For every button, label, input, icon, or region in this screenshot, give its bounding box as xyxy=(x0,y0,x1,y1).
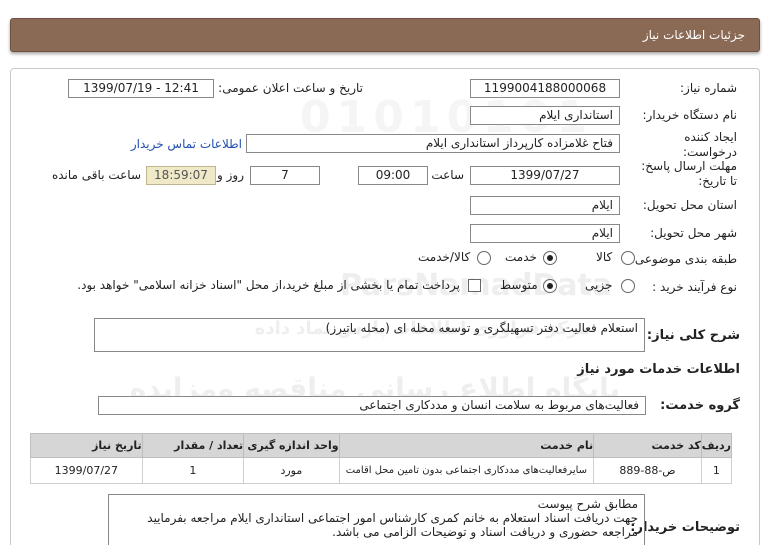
creator-label: ایجاد کننده درخواست: xyxy=(683,130,737,159)
category-both-radio[interactable] xyxy=(477,251,491,265)
deadline-time-field: 09:00 xyxy=(358,166,428,185)
buyer-notes-line-2: جهت دریافت اسناد استعلام به خانم کمری کا… xyxy=(147,511,638,525)
buyer-notes-box: مطابق شرح پیوست جهت دریافت اسناد استعلام… xyxy=(108,494,645,545)
category-option-both: کالا/خدمت xyxy=(418,250,471,264)
category-goods-radio[interactable] xyxy=(621,251,635,265)
process-label: نوع فرآیند خرید : xyxy=(652,280,737,294)
process-medium-radio[interactable] xyxy=(543,279,557,293)
need-number-field: 1199004188000068 xyxy=(470,79,620,98)
services-table: ردیف کد خدمت نام خدمت واحد اندازه گیری ت… xyxy=(30,433,733,484)
buyer-notes-line-1: مطابق شرح پیوست xyxy=(537,497,638,511)
col-code-header: کد خدمت xyxy=(593,433,702,458)
category-service-radio[interactable] xyxy=(543,251,557,265)
buyer-org-field: استانداری ایلام xyxy=(470,106,620,125)
remaining-time-field: 18:59:07 xyxy=(146,166,216,185)
deadline-time-label: ساعت xyxy=(431,168,464,182)
col-qty-header: تعداد / مقدار xyxy=(141,433,245,458)
need-number-label: شماره نیاز: xyxy=(680,81,737,95)
creator-field: فتاح غلامزاده کارپرداز استانداری ایلام xyxy=(246,134,620,153)
buyer-notes-label: توضیحات خریدار: xyxy=(630,520,740,535)
col-unit-header: واحد اندازه گیری xyxy=(243,433,340,458)
cell-need-date: 1399/07/27 xyxy=(30,457,143,484)
category-option-service: خدمت xyxy=(505,250,537,264)
table-row: 1 ص-88-889 سایرفعالیت‌های مددکاری اجتماع… xyxy=(30,457,733,484)
col-row-header: ردیف xyxy=(700,433,733,458)
process-option-medium: متوسط xyxy=(500,278,538,292)
page-header: جزئیات اطلاعات نیاز xyxy=(10,18,760,52)
col-name-header: نام خدمت xyxy=(338,433,595,458)
cell-quantity: 1 xyxy=(141,457,245,484)
cell-service-name: سایرفعالیت‌های مددکاری اجتماعی بدون تامی… xyxy=(338,457,595,484)
service-group-label: گروه خدمت: xyxy=(660,398,740,413)
announce-date-field: 1399/07/19 - 12:41 xyxy=(68,79,214,98)
services-table-wrapper: ردیف کد خدمت نام خدمت واحد اندازه گیری ت… xyxy=(30,433,733,484)
page-title: جزئیات اطلاعات نیاز xyxy=(642,28,745,42)
cell-unit: مورد xyxy=(243,457,340,484)
cell-service-code: ص-88-889 xyxy=(593,457,702,484)
buyer-org-label: نام دستگاه خریدار: xyxy=(642,108,738,122)
process-option-minor: جزیی xyxy=(585,278,613,292)
days-label: روز و xyxy=(217,168,244,182)
deadline-date-field: 1399/07/27 xyxy=(470,166,620,185)
remaining-time-label: ساعت باقی مانده xyxy=(51,168,141,182)
deadline-label: مهلت ارسال پاسخ: تا تاریخ: xyxy=(641,159,737,188)
category-label: طبقه بندی موضوعی: xyxy=(630,252,737,266)
province-label: استان محل تحویل: xyxy=(642,198,737,212)
buyer-notes-line-3: مراجعه حضوری و دریافت اسناد و توضیحات ال… xyxy=(332,525,638,539)
treasury-payment-checkbox[interactable] xyxy=(468,279,481,292)
services-section-title: اطلاعات خدمات مورد نیاز xyxy=(577,362,740,377)
treasury-payment-note: پرداخت تمام یا بخشی از مبلغ خرید،از محل … xyxy=(77,278,460,292)
cell-row-number: 1 xyxy=(700,457,733,484)
buyer-contact-link[interactable]: اطلاعات تماس خریدار xyxy=(131,137,242,151)
city-field: ایلام xyxy=(470,224,620,243)
services-table-header: ردیف کد خدمت نام خدمت واحد اندازه گیری ت… xyxy=(30,433,733,458)
summary-label: شرح کلی نیاز: xyxy=(646,328,740,343)
province-field: ایلام xyxy=(470,196,620,215)
category-option-goods: کالا xyxy=(596,250,613,264)
days-field: 7 xyxy=(250,166,320,185)
col-date-header: تاریخ نیاز xyxy=(30,433,143,458)
summary-text: استعلام فعالیت دفتر تسهیلگری و توسعه محل… xyxy=(94,318,645,352)
service-group-field: فعالیت‌های مربوط به سلامت انسان و مددکار… xyxy=(98,396,646,415)
process-minor-radio[interactable] xyxy=(621,279,635,293)
announce-date-label: تاریخ و ساعت اعلان عمومی: xyxy=(218,81,363,95)
city-label: شهر محل تحویل: xyxy=(650,226,737,240)
